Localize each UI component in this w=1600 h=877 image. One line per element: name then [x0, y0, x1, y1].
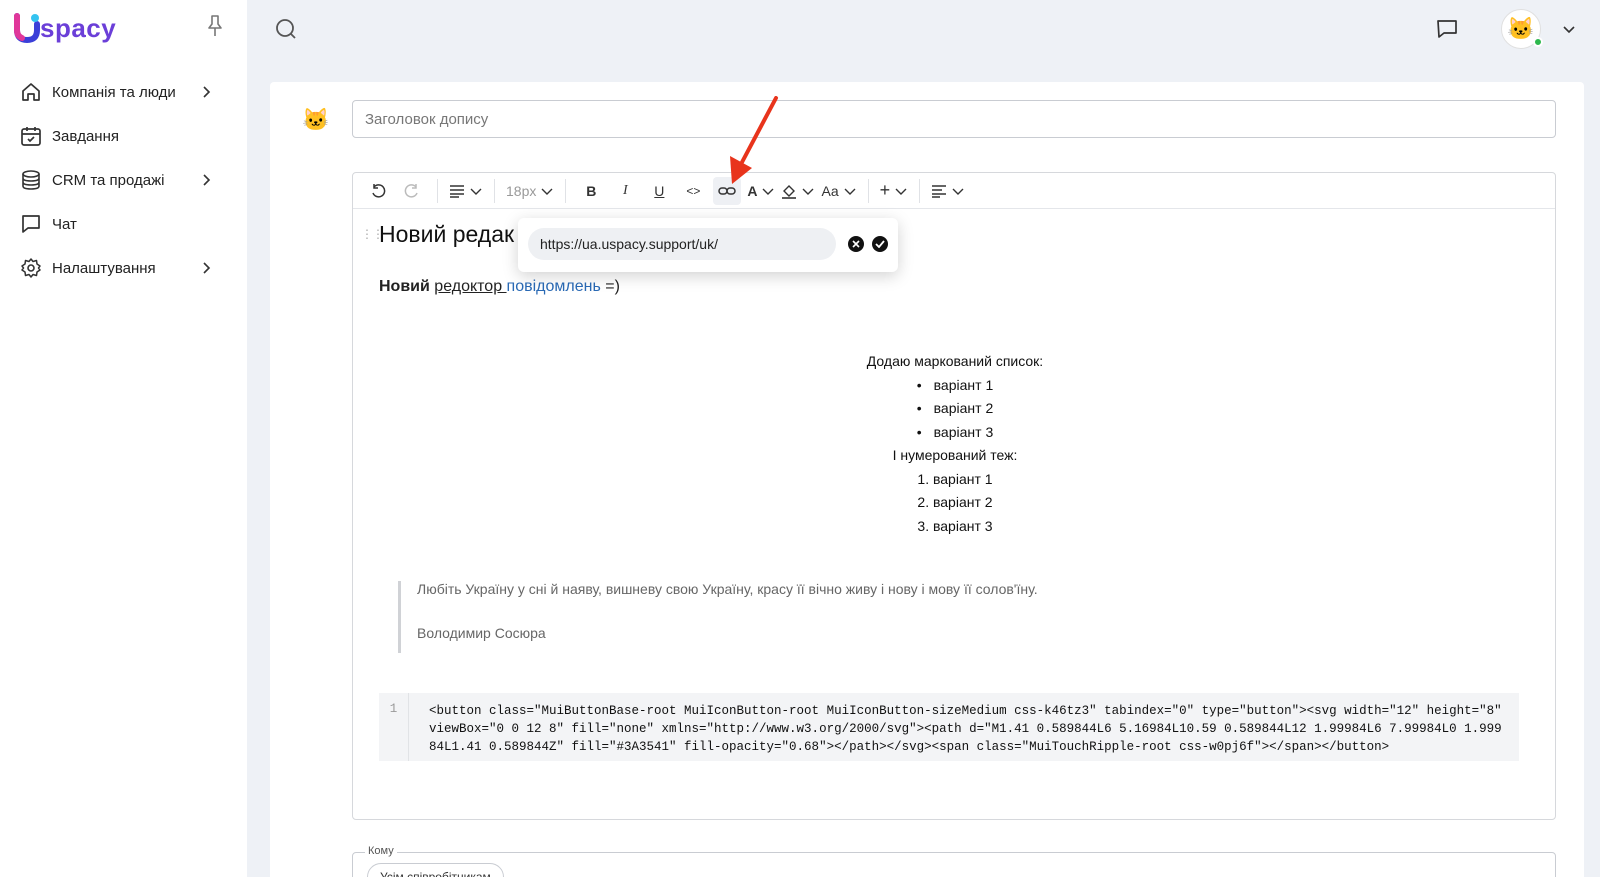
quote-text: Любіть Україну у сні й наяву, вишневу св… — [417, 581, 1038, 597]
editor-link[interactable]: повідомлень — [507, 278, 601, 295]
link-editor-popover — [518, 218, 898, 272]
sidebar-item-chat[interactable]: Чат — [20, 202, 220, 246]
app-logo[interactable]: spacy — [14, 12, 116, 44]
plus-icon: + — [879, 180, 891, 200]
toolbar-divider — [494, 178, 495, 203]
sidebar-item-label: Компанія та люди — [52, 83, 176, 101]
sidebar-item-company[interactable]: Компанія та люди — [20, 70, 220, 114]
link-url-input[interactable] — [528, 228, 836, 260]
highlight-color-dropdown[interactable] — [781, 177, 815, 205]
text-case-label: Aa — [821, 182, 839, 199]
bullet-list-item: варіант 1 — [353, 377, 1557, 393]
bullet-list-item: варіант 2 — [353, 400, 1557, 416]
numbered-list-item: 2. варіант 2 — [917, 494, 993, 510]
sidebar-item-label: Чат — [52, 215, 77, 233]
calendar-icon — [20, 125, 42, 147]
bullet-list-item: варіант 3 — [353, 424, 1557, 440]
paragraph-icon — [450, 184, 464, 198]
sidebar-item-label: Завдання — [52, 127, 119, 145]
chevron-down-icon — [951, 184, 965, 198]
align-left-icon — [932, 184, 947, 198]
insert-dropdown[interactable]: + — [880, 177, 909, 205]
align-dropdown[interactable] — [931, 177, 965, 205]
pin-icon[interactable] — [205, 14, 225, 38]
confirm-link-button[interactable] — [872, 236, 888, 252]
gear-icon — [20, 257, 42, 279]
italic-button[interactable]: I — [611, 177, 639, 205]
editor-paragraph: Новий редоктор повідомлень =) — [379, 278, 620, 296]
recipient-chip[interactable]: Усім співробітникам — [367, 863, 504, 877]
chevron-right-icon — [200, 262, 212, 274]
code-button[interactable]: <> — [679, 177, 707, 205]
top-bar: 🐱 — [247, 0, 1600, 57]
toolbar-divider — [437, 178, 438, 203]
close-icon — [852, 240, 860, 248]
sidebar-nav: Компанія та люди Завдання CRM та продажі — [20, 70, 220, 290]
quote-author: Володимир Сосюра — [417, 625, 546, 641]
undo-button[interactable] — [364, 177, 392, 205]
sidebar-item-crm[interactable]: CRM та продажі — [20, 158, 220, 202]
chevron-down-icon — [894, 184, 908, 198]
redo-button[interactable] — [398, 177, 426, 205]
chevron-right-icon — [200, 174, 212, 186]
sidebar-item-settings[interactable]: Налаштування — [20, 246, 220, 290]
database-icon — [20, 169, 42, 191]
check-icon — [875, 240, 885, 248]
bold-button[interactable]: B — [577, 177, 605, 205]
sidebar-item-tasks[interactable]: Завдання — [20, 114, 220, 158]
bold-text: Новий — [379, 278, 430, 295]
link-icon — [718, 186, 737, 195]
sidebar-item-label: Налаштування — [52, 259, 156, 277]
chevron-down-icon — [843, 184, 857, 198]
post-editor-card: 🐱 18px B I U <> — [270, 82, 1584, 877]
blockquote: Любіть Україну у сні й наяву, вишневу св… — [398, 581, 1298, 653]
editor-toolbar: 18px B I U <> A Aa + — [353, 173, 1555, 209]
chevron-right-icon — [200, 86, 212, 98]
toolbar-divider — [867, 178, 869, 203]
code-content: <button class="MuiButtonBase-root MuiIco… — [429, 704, 1510, 754]
chat-icon — [20, 213, 42, 235]
chevron-down-icon[interactable] — [1562, 22, 1576, 36]
post-title-input[interactable] — [352, 100, 1556, 138]
chevron-down-icon — [801, 184, 815, 198]
text-case-dropdown[interactable]: Aa — [821, 177, 856, 205]
messages-icon[interactable] — [1435, 17, 1459, 41]
editor-heading: Новий редак — [379, 221, 515, 247]
cancel-link-button[interactable] — [848, 236, 864, 252]
code-line-number: 1 — [379, 693, 409, 761]
toolbar-divider — [919, 178, 921, 203]
paragraph-tail: =) — [600, 278, 620, 295]
search-icon[interactable] — [274, 17, 298, 41]
recipients-label: Кому — [365, 845, 397, 857]
logo-text: spacy — [40, 12, 117, 43]
recipients-field[interactable]: Усім співробітникам — [352, 852, 1556, 877]
online-status-indicator — [1533, 37, 1543, 47]
annotation-arrow-icon — [730, 96, 778, 184]
sidebar: spacy Компанія та люди Завдання CRM та п… — [0, 0, 247, 877]
numbered-list-item: 1. варіант 1 — [917, 471, 993, 487]
home-icon — [20, 81, 42, 103]
toolbar-divider — [565, 178, 567, 203]
block-type-dropdown[interactable] — [449, 177, 483, 205]
code-block[interactable]: 1 <button class="MuiButtonBase-root MuiI… — [379, 693, 1519, 761]
chevron-down-icon — [469, 184, 483, 198]
bullets-intro: Додаю маркований список: — [866, 353, 1044, 369]
author-avatar: 🐱 — [302, 107, 330, 132]
logo-mark-icon — [14, 12, 40, 44]
chevron-down-icon — [540, 184, 554, 198]
underline-button[interactable]: U — [645, 177, 673, 205]
numbered-intro: І нумерований теж: — [892, 447, 1018, 463]
numbered-list-item: 3. варіант 3 — [917, 518, 993, 534]
underlined-text: редоктор — [434, 278, 507, 295]
font-size-dropdown[interactable]: 18px — [506, 177, 554, 205]
font-size-value: 18px — [506, 182, 537, 199]
sidebar-item-label: CRM та продажі — [52, 171, 165, 189]
